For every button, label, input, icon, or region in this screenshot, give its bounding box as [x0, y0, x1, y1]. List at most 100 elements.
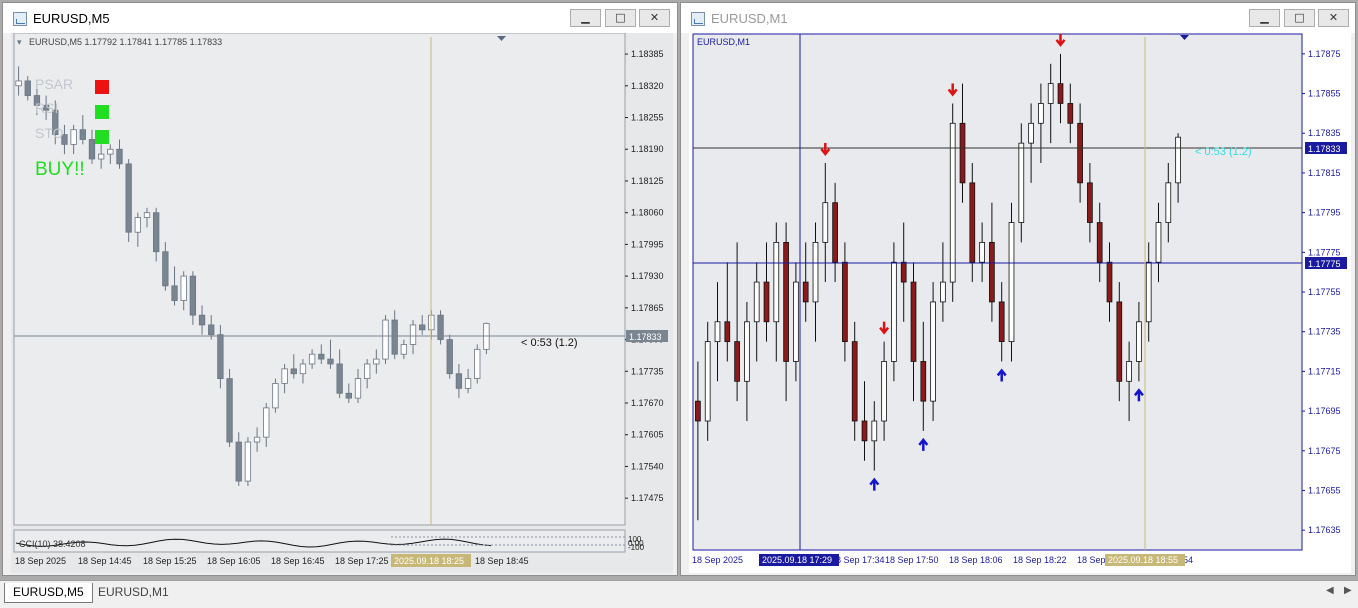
- candle-body-bear: [153, 212, 160, 253]
- candle-body-bear: [446, 339, 453, 375]
- current-price-label: 1.17833: [1308, 144, 1341, 154]
- window-eurusd-m5[interactable]: EURUSD,M5 ▁ □ ✕ ▾ EURUSD,M5 1.17792 1.17…: [2, 2, 678, 576]
- tab-eurusd-m1[interactable]: EURUSD,M1: [90, 583, 177, 603]
- candle-body-bear: [998, 301, 1005, 343]
- candle-body-bull: [263, 407, 270, 438]
- chart-window-icon: [13, 12, 27, 26]
- candle-body-bear: [198, 314, 206, 326]
- close-button[interactable]: ✕: [639, 9, 670, 27]
- collapse-triangle-icon[interactable]: ▾: [17, 37, 22, 47]
- candle-body-bull: [272, 383, 279, 409]
- candle-body-bull: [1155, 222, 1162, 263]
- crosshair-price-label: 1.17775: [1308, 259, 1341, 269]
- candle-body-bull: [940, 281, 946, 303]
- psar-signal-box: [95, 80, 109, 94]
- candle-body-bear: [910, 281, 917, 362]
- candle-body-bear: [1077, 122, 1083, 184]
- candle-body-bull: [281, 368, 288, 384]
- candle: [125, 159, 132, 242]
- m5-chart[interactable]: ▾ EURUSD,M5 1.17792 1.17841 1.17785 1.17…: [11, 33, 673, 573]
- price-tick-label: 1.17865: [631, 303, 664, 313]
- rsi-label: RSI: [35, 100, 58, 116]
- candle-body-bull: [1136, 321, 1142, 362]
- price-tick-label: 1.18320: [631, 81, 664, 91]
- candle-body-bull: [1047, 83, 1054, 104]
- candle-body-bear: [1087, 182, 1093, 223]
- time-tick-label: 18 Sep 14:45: [78, 556, 132, 566]
- candle: [949, 103, 956, 302]
- candle-body-bear: [695, 400, 701, 422]
- candle-body-bear: [290, 368, 297, 375]
- candle-body-bull: [1145, 261, 1152, 323]
- time-tick-label: 18 Sep 16:05: [207, 556, 261, 566]
- price-tick-label: 1.18255: [631, 113, 664, 123]
- tab-eurusd-m5[interactable]: EURUSD,M5: [4, 583, 93, 603]
- price-tick-label: 1.17855: [1308, 89, 1341, 99]
- sto-signal-box: [95, 130, 109, 144]
- candle-body-bull: [773, 241, 780, 323]
- candle-body-bull: [1008, 222, 1015, 343]
- price-tick-label: 1.17475: [631, 493, 664, 503]
- time-tick-label: 18 Sep 2025: [692, 555, 743, 565]
- window-eurusd-m1[interactable]: EURUSD,M1 ▁ □ ✕ EURUSD,M1 < 0:53 (1.2) 1…: [680, 2, 1356, 576]
- candle-body-bear: [226, 378, 233, 443]
- time-tick-label: 18 Sep 18:22: [1013, 555, 1067, 565]
- window-title: EURUSD,M1: [711, 11, 788, 26]
- candle-body-bear: [832, 202, 838, 263]
- candle-body-bear: [125, 163, 132, 233]
- candle-body-bear: [851, 341, 858, 422]
- price-tick-label: 1.17835: [1308, 128, 1341, 138]
- title-bar[interactable]: EURUSD,M5 ▁ □ ✕: [3, 3, 677, 33]
- candle-body-bull: [373, 358, 380, 365]
- candle: [226, 368, 233, 447]
- candle-body-bear: [189, 275, 197, 316]
- price-tick-label: 1.18060: [631, 208, 664, 218]
- candle-body-bull: [1126, 361, 1132, 382]
- time-tick-label: 18 Sep 17:25: [335, 556, 389, 566]
- time-tick-label: 18 Sep 17:34: [831, 555, 885, 565]
- price-tick-label: 1.17875: [1308, 49, 1341, 59]
- candle-body-bull: [979, 241, 985, 263]
- price-tick-label: 1.17735: [631, 366, 664, 376]
- candle-body-bear: [1096, 222, 1103, 263]
- symbol-info-line: EURUSD,M1: [697, 37, 750, 47]
- minimize-button[interactable]: ▁: [1249, 9, 1280, 27]
- candle-body-bear: [116, 148, 123, 165]
- candle-body-bull: [107, 148, 114, 155]
- candle-body-bull: [308, 353, 316, 365]
- time-tick-label: 18 Sep 2025: [15, 556, 66, 566]
- candle-body-bull: [244, 441, 252, 482]
- chart-tab-bar: EURUSD,M5 EURUSD,M1 ◀ ▶: [0, 580, 1358, 608]
- time-tick-label: 18 Sep 17:50: [885, 555, 939, 565]
- psar-label: PSAR: [35, 76, 73, 92]
- cci-label: CCI(10) 38.4208: [19, 539, 86, 549]
- price-axis[interactable]: 1.18385 1.18320 1.18255 1.18190 1.18125 1.180…: [625, 49, 664, 503]
- candle-countdown: < 0:53 (1.2): [1195, 146, 1252, 158]
- cursor-time-label: 2025.09.18 18:55: [1108, 555, 1178, 565]
- price-tick-label: 1.18125: [631, 176, 664, 186]
- candle-body-bear: [783, 241, 789, 362]
- candle-body-bull: [15, 80, 22, 87]
- candle-body-bear: [88, 139, 96, 160]
- price-tick-label: 1.17635: [1308, 525, 1341, 535]
- candle: [474, 344, 481, 384]
- scroll-right-icon[interactable]: ▶: [1344, 585, 1352, 596]
- candle-body-bear: [861, 420, 868, 442]
- scroll-left-icon[interactable]: ◀: [1326, 585, 1334, 596]
- price-tick-label: 1.18190: [631, 144, 664, 154]
- price-tick-label: 1.17605: [631, 430, 664, 440]
- maximize-button[interactable]: □: [1284, 9, 1315, 27]
- candle-body-bull: [134, 217, 141, 233]
- candle: [1008, 202, 1015, 362]
- close-button[interactable]: ✕: [1318, 9, 1349, 27]
- price-tick-label: 1.17655: [1308, 485, 1341, 495]
- maximize-button[interactable]: □: [605, 9, 636, 27]
- m1-chart[interactable]: EURUSD,M1 < 0:53 (1.2) 1.17875 1.17855 1.1…: [689, 33, 1351, 573]
- candle-body-bear: [336, 363, 343, 394]
- minimize-button[interactable]: ▁: [570, 9, 601, 27]
- title-bar[interactable]: EURUSD,M1 ▁ □ ✕: [681, 3, 1355, 33]
- candle-body-bull: [464, 378, 472, 389]
- symbol-info-line: EURUSD,M5 1.17792 1.17841 1.17785 1.1783…: [29, 37, 222, 47]
- candle-body-bull: [354, 378, 362, 399]
- price-tick-label: 1.17775: [1308, 247, 1341, 257]
